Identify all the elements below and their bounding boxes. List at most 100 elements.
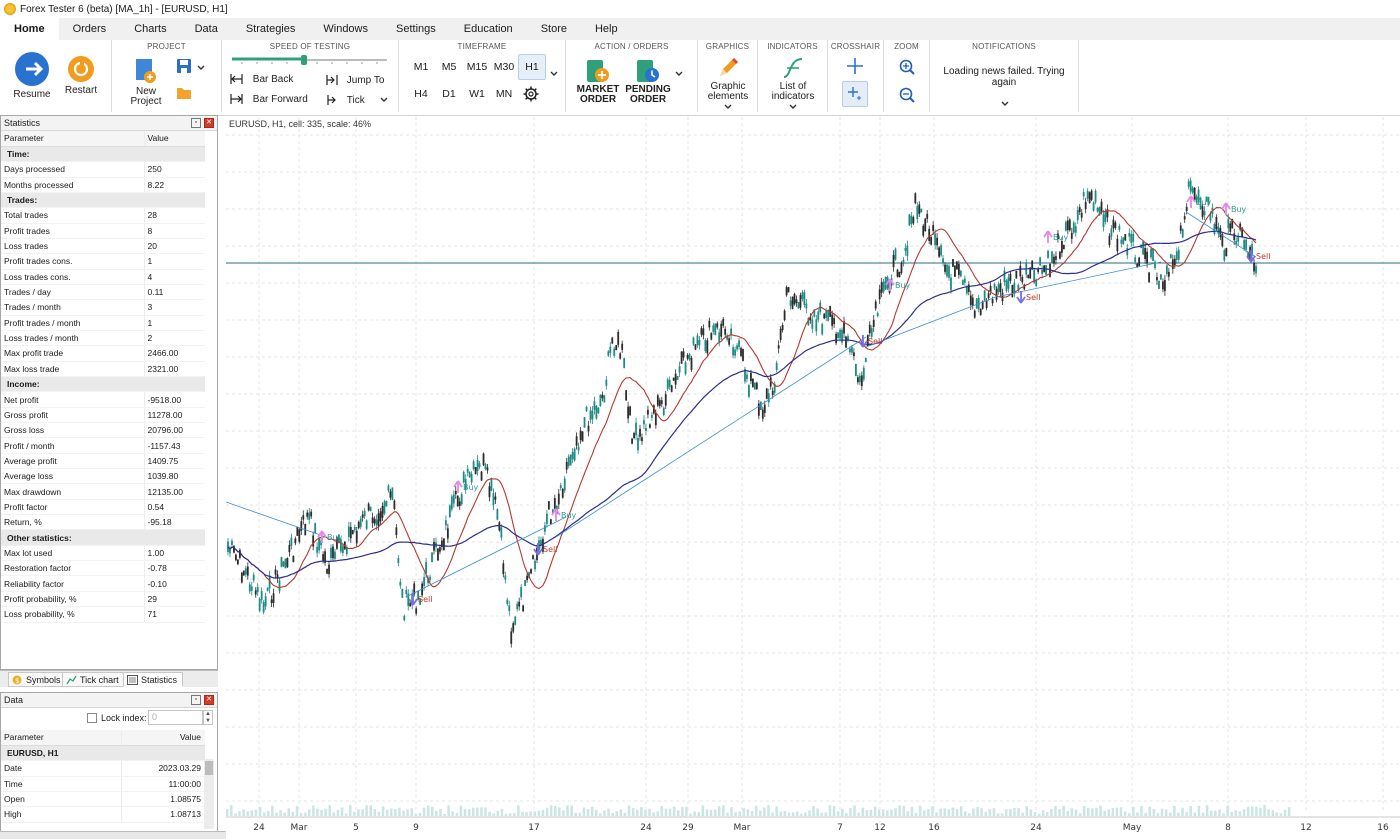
zoom-out-button[interactable] [897, 86, 917, 106]
restart-button[interactable]: Restart [60, 56, 102, 96]
close-icon[interactable]: ✕ [204, 118, 214, 128]
volume-bar [303, 812, 307, 816]
menu-charts[interactable]: Charts [120, 18, 180, 40]
timeframe-mn[interactable]: MN [491, 83, 517, 105]
menu-strategies[interactable]: Strategies [232, 18, 310, 40]
resume-button[interactable]: Resume [10, 52, 54, 100]
lock-index-checkbox[interactable] [87, 713, 97, 723]
volume-bar [652, 812, 655, 816]
candle-body [1175, 251, 1178, 260]
notification-line-1: Loading news failed. Trying [943, 66, 1065, 77]
bar-back-button[interactable]: Bar Back [230, 74, 310, 85]
timeframe-m5[interactable]: M5 [436, 56, 462, 78]
data-scrollbar[interactable] [204, 759, 214, 829]
candle-body [660, 400, 663, 404]
speed-slider[interactable] [232, 55, 387, 65]
volume-bar [607, 808, 610, 816]
volume-bar [517, 805, 520, 816]
candle-body [229, 549, 231, 554]
volume-bar [894, 808, 897, 816]
menu-help[interactable]: Help [581, 18, 632, 40]
resume-label: Resume [13, 89, 51, 100]
candle-body [763, 404, 766, 413]
save-dropdown[interactable] [196, 64, 206, 74]
candle-body [508, 605, 511, 611]
close-icon[interactable]: ✕ [204, 695, 214, 705]
bar-forward-button[interactable]: Bar Forward [230, 94, 320, 105]
candle-body [870, 328, 873, 337]
menu-orders[interactable]: Orders [59, 18, 121, 40]
candle-body [645, 427, 647, 431]
tab-tick-chart[interactable]: Tick chart [62, 672, 125, 687]
candle-body [565, 461, 568, 470]
crosshair-button[interactable] [845, 57, 865, 77]
candle-body [242, 570, 245, 576]
timeframe-h1[interactable]: H1 [518, 54, 546, 80]
open-folder-button[interactable] [174, 86, 194, 104]
menu-windows[interactable]: Windows [309, 18, 382, 40]
menu-store[interactable]: Store [527, 18, 581, 40]
timeframe-h4[interactable]: H4 [408, 83, 434, 105]
volume-bar [1070, 808, 1074, 816]
timeframe-m15[interactable]: M15 [464, 56, 490, 78]
restore-window-icon[interactable]: ▫ [191, 118, 201, 128]
data-scrollbar-thumb[interactable] [205, 761, 213, 775]
candle-body [272, 593, 275, 603]
candle-body [391, 487, 394, 501]
list-of-indicators-button[interactable]: List of indicators [766, 56, 820, 110]
restore-window-icon[interactable]: ▫ [191, 695, 201, 705]
candle-body [615, 345, 618, 351]
market-order-button[interactable]: MARKET ORDER [574, 58, 622, 105]
candle-body [318, 537, 321, 551]
candle-body [589, 410, 592, 420]
candle-body [742, 349, 744, 361]
tab-symbols[interactable]: $ Symbols [8, 672, 67, 687]
candle-body [712, 325, 715, 332]
zoom-in-button[interactable] [897, 58, 917, 78]
tick-button[interactable]: Tick [326, 94, 396, 106]
candle-body [942, 258, 944, 264]
trade-line [865, 296, 997, 348]
save-button[interactable] [174, 58, 194, 76]
candle-body [504, 575, 507, 580]
menu-data[interactable]: Data [181, 18, 232, 40]
statistics-section-title: Other statistics: [1, 529, 205, 546]
candle-body [349, 526, 352, 539]
x-axis-tick-label: 9 [413, 823, 419, 833]
tab-statistics[interactable]: Statistics [123, 672, 184, 687]
volume-bar [275, 812, 278, 816]
candle-body [1116, 238, 1119, 252]
graphic-elements-button[interactable]: Graphic elements [702, 56, 754, 110]
chevron-down-icon [675, 71, 683, 76]
price-chart[interactable]: Buy Buy Buy Buy Buy Buy Buy Sell Sell Sell Sell Sel… [226, 117, 1400, 839]
statistics-value: 71 [143, 606, 205, 623]
timeframe-settings-button[interactable] [522, 86, 540, 104]
candle-body [1152, 248, 1154, 261]
timeframe-m30[interactable]: M30 [491, 56, 517, 78]
lock-index-input[interactable]: 0 [148, 710, 203, 725]
pending-order-button[interactable]: PENDING ORDER [624, 58, 672, 105]
timeframe-dropdown[interactable] [549, 70, 559, 80]
notifications-dropdown[interactable] [1000, 100, 1010, 110]
timeframe-d1[interactable]: D1 [436, 83, 462, 105]
lock-index-stepper[interactable]: ▲ ▼ [203, 710, 213, 725]
chart-canvas[interactable]: Buy Buy Buy Buy Buy Buy Buy Sell Sell Sell Sell Sel… [226, 117, 1400, 839]
candle-body [567, 456, 570, 466]
x-axis-tick-label: 16 [928, 823, 940, 833]
menu-education[interactable]: Education [450, 18, 527, 40]
volume-bar [1275, 812, 1279, 816]
timeframe-w1[interactable]: W1 [464, 83, 490, 105]
menu-settings[interactable]: Settings [382, 18, 450, 40]
timeframe-m1[interactable]: M1 [408, 56, 434, 78]
candle-body [704, 340, 707, 352]
crosshair-measure-button[interactable] [842, 81, 868, 107]
orders-dropdown[interactable] [674, 70, 684, 80]
candle-body [452, 494, 455, 504]
new-project-button[interactable]: New Project [126, 58, 166, 107]
save-icon [177, 59, 191, 73]
candle-body [971, 297, 974, 306]
volume-bar [1148, 806, 1151, 816]
jump-to-button[interactable]: Jump To [326, 74, 396, 86]
statistics-row: Profit trades / month 1 [1, 315, 205, 331]
menu-home[interactable]: Home [0, 18, 59, 40]
